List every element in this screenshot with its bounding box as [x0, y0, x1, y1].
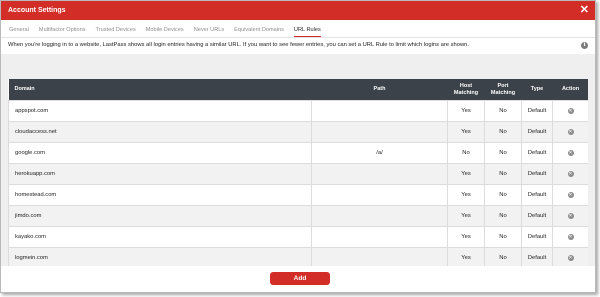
cell-host-matching: Yes — [447, 184, 485, 206]
url-rules-table-container[interactable]: Domain Path Host Matching Port Matching … — [8, 79, 588, 266]
cell-port-matching: No — [484, 163, 522, 185]
settings-tabs: General Multifactor Options Trusted Devi… — [1, 20, 595, 38]
cell-domain: jimdo.com — [8, 205, 312, 227]
dialog-footer: Add — [1, 266, 595, 292]
header-port-matching: Port Matching — [490, 82, 516, 96]
tab-url-rules[interactable]: URL Rules — [293, 27, 321, 37]
cell-port-matching: No — [484, 184, 522, 206]
cell-host-matching: Yes — [447, 100, 485, 122]
cell-port-matching: No — [484, 205, 522, 227]
table-row: cloudaccess.net Yes No Default ✕ — [8, 121, 588, 143]
cell-port-matching: No — [484, 226, 522, 248]
cell-action: ✕ — [552, 247, 588, 266]
cell-action: ✕ — [552, 205, 588, 227]
cell-path — [311, 226, 448, 248]
cell-action: ✕ — [552, 184, 588, 206]
cell-type: Default — [521, 121, 553, 143]
url-rules-table: Domain Path Host Matching Port Matching … — [8, 79, 588, 266]
delete-icon[interactable]: ✕ — [567, 150, 574, 156]
cell-host-matching: Yes — [447, 247, 485, 266]
cell-path — [311, 121, 448, 143]
table-row: logmein.com Yes No Default ✕ — [8, 247, 588, 266]
dialog-titlebar: Account Settings ✕ — [1, 1, 595, 20]
header-type: Type — [530, 86, 544, 93]
header-path: Path — [373, 86, 386, 93]
tab-equivalent-domains[interactable]: Equivalent Domains — [234, 27, 284, 37]
cell-host-matching: Yes — [447, 163, 485, 185]
delete-icon[interactable]: ✕ — [567, 129, 574, 135]
cell-domain: google.com — [8, 142, 312, 164]
delete-icon[interactable]: ✕ — [567, 192, 574, 198]
cell-path — [311, 205, 448, 227]
cell-action: ✕ — [552, 163, 588, 185]
cell-type: Default — [521, 184, 553, 206]
tab-never-urls[interactable]: Never URLs — [194, 27, 224, 37]
add-button[interactable]: Add — [270, 272, 330, 285]
table-row: google.com /a/ No No Default ✕ — [8, 142, 588, 164]
tab-general[interactable]: General — [9, 27, 29, 37]
cell-domain: homestead.com — [8, 184, 312, 206]
delete-icon[interactable]: ✕ — [567, 108, 574, 114]
cell-path — [311, 100, 448, 122]
cell-domain: appspot.com — [8, 100, 312, 122]
cell-action: ✕ — [552, 100, 588, 122]
cell-type: Default — [521, 226, 553, 248]
cell-domain: logmein.com — [8, 247, 312, 266]
content-area: Domain Path Host Matching Port Matching … — [1, 54, 595, 266]
cell-port-matching: No — [484, 121, 522, 143]
cell-type: Default — [521, 247, 553, 266]
table-row: jimdo.com Yes No Default ✕ — [8, 205, 588, 227]
cell-type: Default — [521, 163, 553, 185]
header-action: Action — [561, 86, 580, 93]
cell-type: Default — [521, 205, 553, 227]
cell-path — [311, 247, 448, 266]
cell-host-matching: Yes — [447, 205, 485, 227]
header-domain: Domain — [14, 86, 35, 93]
cell-host-matching: Yes — [447, 226, 485, 248]
cell-action: ✕ — [552, 121, 588, 143]
delete-icon[interactable]: ✕ — [567, 234, 574, 240]
delete-icon[interactable]: ✕ — [567, 255, 574, 261]
cell-port-matching: No — [484, 142, 522, 164]
tab-mobile-devices[interactable]: Mobile Devices — [146, 27, 184, 37]
tab-trusted-devices[interactable]: Trusted Devices — [96, 27, 136, 37]
table-row: herokuapp.com Yes No Default ✕ — [8, 163, 588, 185]
table-header-row: Domain Path Host Matching Port Matching … — [8, 79, 588, 101]
info-icon[interactable]: i — [581, 42, 588, 49]
cell-port-matching: No — [484, 247, 522, 266]
header-host-matching: Host Matching — [453, 82, 479, 96]
cell-domain: cloudaccess.net — [8, 121, 312, 143]
dialog-title: Account Settings — [8, 7, 66, 14]
table-row: appspot.com Yes No Default ✕ — [8, 100, 588, 122]
account-settings-dialog: Account Settings ✕ General Multifactor O… — [0, 0, 596, 293]
cell-domain: kayako.com — [8, 226, 312, 248]
delete-icon[interactable]: ✕ — [567, 171, 574, 177]
cell-path — [311, 184, 448, 206]
description-text: When you're logging in to a website, Las… — [8, 42, 470, 48]
table-row: kayako.com Yes No Default ✕ — [8, 226, 588, 248]
cell-type: Default — [521, 100, 553, 122]
table-row: homestead.com Yes No Default ✕ — [8, 184, 588, 206]
cell-port-matching: No — [484, 100, 522, 122]
tab-multifactor-options[interactable]: Multifactor Options — [39, 27, 86, 37]
cell-host-matching: Yes — [447, 121, 485, 143]
delete-icon[interactable]: ✕ — [567, 213, 574, 219]
cell-action: ✕ — [552, 226, 588, 248]
description-text-container: When you're logging in to a website, Las… — [1, 38, 595, 54]
cell-path: /a/ — [311, 142, 448, 164]
close-icon[interactable]: ✕ — [580, 5, 589, 16]
cell-type: Default — [521, 142, 553, 164]
cell-path — [311, 163, 448, 185]
cell-domain: herokuapp.com — [8, 163, 312, 185]
cell-action: ✕ — [552, 142, 588, 164]
cell-host-matching: No — [447, 142, 485, 164]
